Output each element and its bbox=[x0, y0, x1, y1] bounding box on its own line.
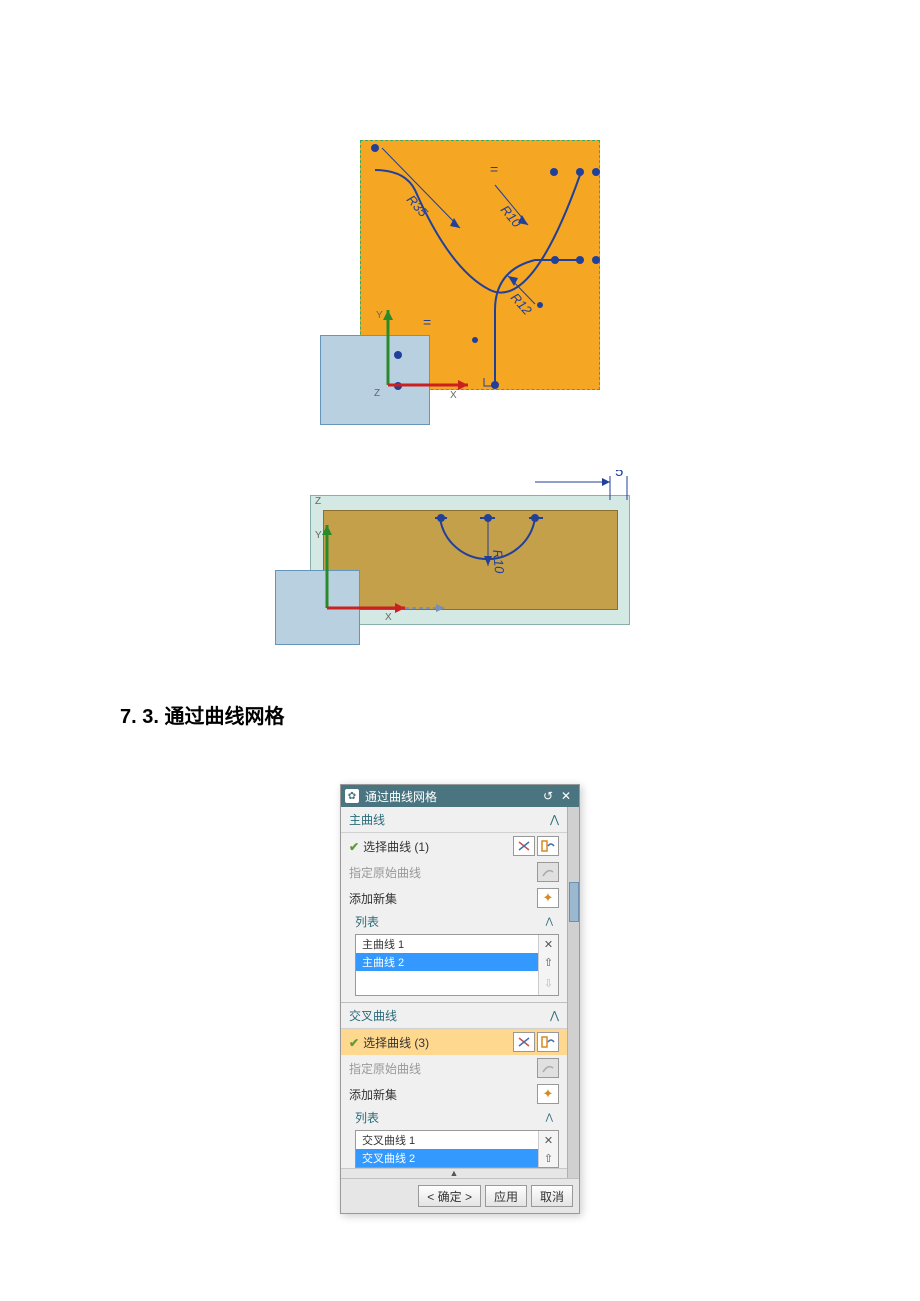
list-item[interactable]: 交叉曲线 1 bbox=[356, 1131, 538, 1149]
dim-r12: R12 bbox=[508, 290, 536, 318]
primary-origin-row: 指定原始曲线 bbox=[341, 859, 567, 885]
cross-select-label: ✔选择曲线 (3) bbox=[349, 1034, 511, 1051]
move-up-button[interactable]: ⇧ bbox=[538, 1149, 558, 1167]
curve-picker-button[interactable] bbox=[537, 836, 559, 856]
dim-r10: R10 bbox=[498, 202, 525, 231]
section-cross-label: 交叉曲线 bbox=[349, 1007, 397, 1024]
equal-mark-left: = bbox=[423, 314, 431, 330]
ok-button[interactable]: < 确定 > bbox=[418, 1185, 481, 1207]
filter-button[interactable] bbox=[513, 836, 535, 856]
list-item[interactable]: 主曲线 1 bbox=[356, 935, 538, 953]
list-item[interactable]: 主曲线 2 bbox=[356, 953, 538, 971]
check-icon: ✔ bbox=[349, 840, 359, 854]
check-icon: ✔ bbox=[349, 1036, 359, 1050]
cross-origin-label: 指定原始曲线 bbox=[349, 1060, 535, 1077]
dialog-title: 通过曲线网格 bbox=[365, 788, 539, 805]
list-empty bbox=[356, 971, 538, 995]
expand-bar[interactable]: ▲ bbox=[341, 1168, 567, 1178]
move-down-button: ⇩ bbox=[538, 971, 558, 995]
primary-select-row[interactable]: ✔选择曲线 (1) bbox=[341, 833, 567, 859]
list-item[interactable]: 交叉曲线 2 bbox=[356, 1149, 538, 1167]
curve-picker-button[interactable] bbox=[537, 1032, 559, 1052]
chevron-up-icon: ⋀ bbox=[546, 916, 553, 927]
primary-list[interactable]: 主曲线 1 ✕ 主曲线 2 ⇧ ⇩ bbox=[355, 934, 559, 996]
add-new-set-button[interactable]: ✦ bbox=[537, 1084, 559, 1104]
cross-select-row[interactable]: ✔选择曲线 (3) bbox=[341, 1029, 567, 1055]
close-icon[interactable]: ✕ bbox=[557, 788, 575, 804]
axis2-y: Y bbox=[315, 530, 322, 541]
dialog-button-bar: < 确定 > 应用 取消 bbox=[341, 1178, 579, 1213]
chevron-up-icon: ⋀ bbox=[550, 1009, 559, 1022]
cross-list-header[interactable]: 列表 ⋀ bbox=[341, 1107, 567, 1128]
axis-z: Z bbox=[374, 388, 380, 399]
section-primary-header[interactable]: 主曲线 ⋀ bbox=[341, 807, 567, 833]
axis-x: X bbox=[450, 390, 457, 401]
remove-item-button[interactable]: ✕ bbox=[538, 935, 558, 953]
primary-addnew-row[interactable]: 添加新集 ✦ bbox=[341, 885, 567, 911]
primary-addnew-label: 添加新集 bbox=[349, 890, 535, 907]
reset-icon[interactable]: ↺ bbox=[539, 788, 557, 804]
sketch-1-overlay: R35 R10 R12 = = bbox=[320, 140, 600, 430]
sketch-2-overlay: R10 5 X Y Z bbox=[275, 470, 645, 670]
filter-button[interactable] bbox=[513, 1032, 535, 1052]
dim2-r10: R10 bbox=[490, 549, 507, 575]
dialog-scrollbar[interactable] bbox=[567, 807, 579, 1178]
section-heading: 7. 3. 通过曲线网格 bbox=[120, 700, 920, 729]
origin-curve-button bbox=[537, 1058, 559, 1078]
cross-addnew-row[interactable]: 添加新集 ✦ bbox=[341, 1081, 567, 1107]
axis-y: Y bbox=[376, 310, 383, 321]
primary-select-label: ✔选择曲线 (1) bbox=[349, 838, 511, 855]
section-primary-label: 主曲线 bbox=[349, 811, 385, 828]
chevron-up-icon: ⋀ bbox=[550, 813, 559, 826]
dialog-titlebar[interactable]: ✿ 通过曲线网格 ↺ ✕ bbox=[341, 785, 579, 807]
sketch-figure-1: R35 R10 R12 = = bbox=[320, 140, 600, 430]
chevron-up-icon: ⋀ bbox=[546, 1112, 553, 1123]
origin-curve-button bbox=[537, 862, 559, 882]
move-up-button[interactable]: ⇧ bbox=[538, 953, 558, 971]
primary-list-header[interactable]: 列表 ⋀ bbox=[341, 911, 567, 932]
cross-list[interactable]: 交叉曲线 1 ✕ 交叉曲线 2 ⇧ bbox=[355, 1130, 559, 1168]
cancel-button[interactable]: 取消 bbox=[531, 1185, 573, 1207]
apply-button[interactable]: 应用 bbox=[485, 1185, 527, 1207]
axis2-x: X bbox=[385, 612, 392, 623]
dim-5: 5 bbox=[615, 470, 623, 480]
add-new-set-button[interactable]: ✦ bbox=[537, 888, 559, 908]
cross-addnew-label: 添加新集 bbox=[349, 1086, 535, 1103]
sketch-figure-2: R10 5 X Y Z bbox=[275, 470, 645, 670]
scrollbar-thumb[interactable] bbox=[569, 882, 579, 922]
cross-origin-row: 指定原始曲线 bbox=[341, 1055, 567, 1081]
curve-mesh-dialog: ✿ 通过曲线网格 ↺ ✕ 主曲线 ⋀ ✔选择曲线 (1) bbox=[340, 784, 580, 1214]
axis2-z: Z bbox=[315, 496, 321, 507]
gear-icon: ✿ bbox=[345, 789, 359, 803]
section-cross-header[interactable]: 交叉曲线 ⋀ bbox=[341, 1002, 567, 1029]
equal-mark-top: = bbox=[490, 161, 498, 177]
remove-item-button[interactable]: ✕ bbox=[538, 1131, 558, 1149]
primary-origin-label: 指定原始曲线 bbox=[349, 864, 535, 881]
